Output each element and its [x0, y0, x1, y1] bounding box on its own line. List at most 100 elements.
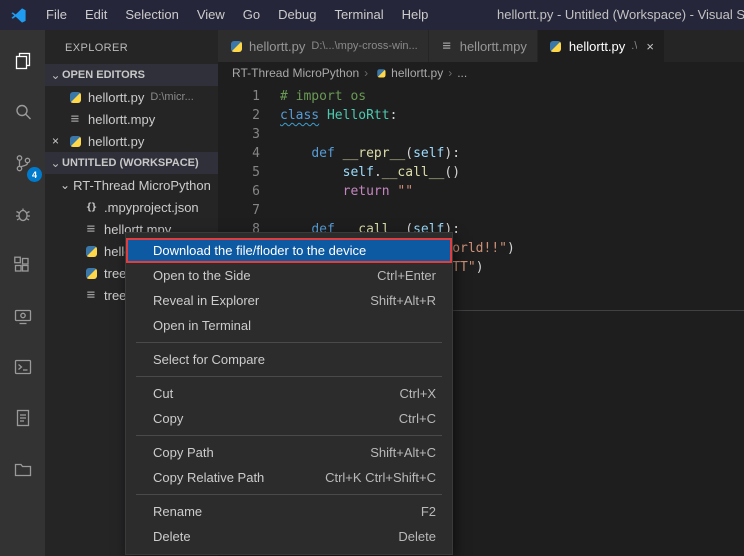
menubar-item[interactable]: Debug [269, 0, 325, 30]
menu-separator [136, 342, 442, 343]
menu-item-shortcut: Ctrl+C [399, 411, 436, 426]
file-type-icon [67, 111, 83, 127]
open-editors-header[interactable]: ⌄ OPEN EDITORS [45, 64, 218, 86]
menubar-item[interactable]: Selection [116, 0, 187, 30]
source-control-badge: 4 [27, 167, 42, 182]
file-name: hellortt.mpy [88, 112, 155, 127]
menu-item-shortcut: F2 [421, 504, 436, 519]
tab-hellortt-py-external[interactable]: hellortt.py D:\...\mpy-cross-win... [218, 30, 429, 62]
code-line: 2 class HelloRtt: [218, 106, 744, 125]
activity-bar: 4 [0, 30, 45, 556]
close-icon[interactable]: × [646, 39, 654, 54]
tab-hellortt-mpy[interactable]: hellortt.mpy [429, 30, 538, 62]
menu-item-shortcut: Shift+Alt+R [370, 293, 436, 308]
menubar-item[interactable]: Edit [76, 0, 116, 30]
context-menu-item[interactable]: Reveal in Explorer Shift+Alt+R [126, 288, 452, 313]
menu-item-label: Open to the Side [153, 268, 353, 283]
context-menu-item[interactable]: Open to the SideCtrl+Enter [126, 263, 452, 288]
menu-item-label: Cut [153, 386, 376, 401]
menubar-item[interactable]: View [188, 0, 234, 30]
terminal-box-icon[interactable] [0, 341, 45, 392]
chevron-right-icon: › [364, 66, 368, 80]
debug-icon[interactable] [0, 188, 45, 239]
breadcrumb-symbol[interactable]: ... [457, 66, 467, 80]
breadcrumb[interactable]: RT-Thread MicroPython › hellortt.py › ..… [218, 62, 744, 84]
context-menu-item[interactable]: Copy Ctrl+C [126, 406, 452, 431]
menu-item-label: Download the file/floder to the device [153, 243, 412, 258]
menubar-item[interactable]: File [37, 0, 76, 30]
source-control-icon[interactable]: 4 [0, 137, 45, 188]
menu-bar: FileEditSelectionViewGoDebugTerminalHelp [37, 0, 437, 30]
breadcrumb-folder[interactable]: RT-Thread MicroPython [232, 66, 359, 80]
sidebar-title: EXPLORER [45, 30, 218, 64]
code-line: 3 [218, 125, 744, 144]
menubar-item[interactable]: Go [234, 0, 269, 30]
workspace-header[interactable]: ⌄ UNTITLED (WORKSPACE) [45, 152, 218, 174]
context-menu-item[interactable]: Copy Relative PathCtrl+K Ctrl+Shift+C [126, 465, 452, 490]
output-file-icon[interactable] [0, 392, 45, 443]
line-number: 5 [218, 163, 260, 182]
file-type-icon [67, 89, 83, 105]
file-type-icon [83, 287, 99, 303]
explorer-icon[interactable] [0, 35, 45, 86]
menu-item-label: Rename [153, 504, 397, 519]
tab-bar: hellortt.py D:\...\mpy-cross-win... hell… [218, 30, 744, 62]
line-number: 7 [218, 201, 260, 220]
menu-item-label: Delete [153, 529, 374, 544]
menu-item-label: Copy Relative Path [153, 470, 301, 485]
breadcrumb-file[interactable]: hellortt.py [391, 66, 443, 80]
remote-device-icon[interactable] [0, 290, 45, 341]
menu-item-label: Copy [153, 411, 375, 426]
open-editor-item[interactable]: hellortt.py D:\micr... [45, 86, 218, 108]
menu-item-label: Open in Terminal [153, 318, 412, 333]
context-menu-item[interactable]: Rename F2 [126, 499, 452, 524]
context-menu-item[interactable]: Cut Ctrl+X [126, 381, 452, 406]
window-title: hellortt.py - Untitled (Workspace) - Vis… [497, 0, 744, 30]
chevron-down-icon: ⌄ [49, 68, 62, 82]
menu-item-shortcut: Shift+Alt+C [370, 445, 436, 460]
menu-item-shortcut: Delete [398, 529, 436, 544]
code-text: self.__call__() [280, 163, 460, 182]
file-type-icon [83, 243, 99, 259]
tree-file-item[interactable]: .mpyproject.json [45, 196, 218, 218]
code-line: 6 return "" [218, 182, 744, 201]
file-name: hellortt.py [88, 90, 144, 105]
context-menu-item[interactable]: Delete Delete [126, 524, 452, 549]
context-menu-item[interactable]: Select for Compare [126, 347, 452, 372]
close-icon[interactable]: × [52, 134, 64, 148]
menubar-item[interactable]: Help [393, 0, 438, 30]
tab-path: D:\...\mpy-cross-win... [311, 40, 417, 52]
open-editors-list: hellortt.py D:\micr... hellortt.mpy × [45, 86, 218, 152]
code-line: 1# import os [218, 87, 744, 106]
chevron-right-icon: › [448, 66, 452, 80]
python-file-icon [228, 38, 244, 54]
title-bar: FileEditSelectionViewGoDebugTerminalHelp… [0, 0, 744, 30]
folder-icon[interactable] [0, 443, 45, 494]
file-type-icon [67, 133, 83, 149]
file-path: D:\micr... [150, 91, 193, 103]
open-editor-item[interactable]: hellortt.mpy [45, 108, 218, 130]
tab-hellortt-py-active[interactable]: hellortt.py .\ × [538, 30, 665, 62]
vscode-logo-icon [10, 6, 28, 24]
line-number: 6 [218, 182, 260, 201]
tree-folder-rt-thread[interactable]: ⌄ RT-Thread MicroPython [45, 174, 218, 196]
extensions-icon[interactable] [0, 239, 45, 290]
python-file-icon [375, 67, 387, 79]
code-text: class HelloRtt: [280, 106, 397, 125]
open-editor-item[interactable]: × hellortt.py [45, 130, 218, 152]
folder-name: RT-Thread MicroPython [73, 178, 211, 193]
menubar-item[interactable]: Terminal [325, 0, 392, 30]
line-number: 3 [218, 125, 260, 144]
menu-item-label: Reveal in Explorer [153, 293, 346, 308]
open-editors-label: OPEN EDITORS [62, 69, 145, 81]
context-menu-item[interactable]: Copy PathShift+Alt+C [126, 440, 452, 465]
context-menu-item[interactable]: Open in Terminal [126, 313, 452, 338]
line-number: 2 [218, 106, 260, 125]
search-icon[interactable] [0, 86, 45, 137]
menu-item-shortcut: Ctrl+X [400, 386, 436, 401]
vscode-window: FileEditSelectionViewGoDebugTerminalHelp… [0, 0, 744, 556]
workspace-label: UNTITLED (WORKSPACE) [62, 157, 199, 169]
menu-separator [136, 435, 442, 436]
code-line: 7 [218, 201, 744, 220]
context-menu-item[interactable]: Download the file/floder to the device [126, 238, 452, 263]
